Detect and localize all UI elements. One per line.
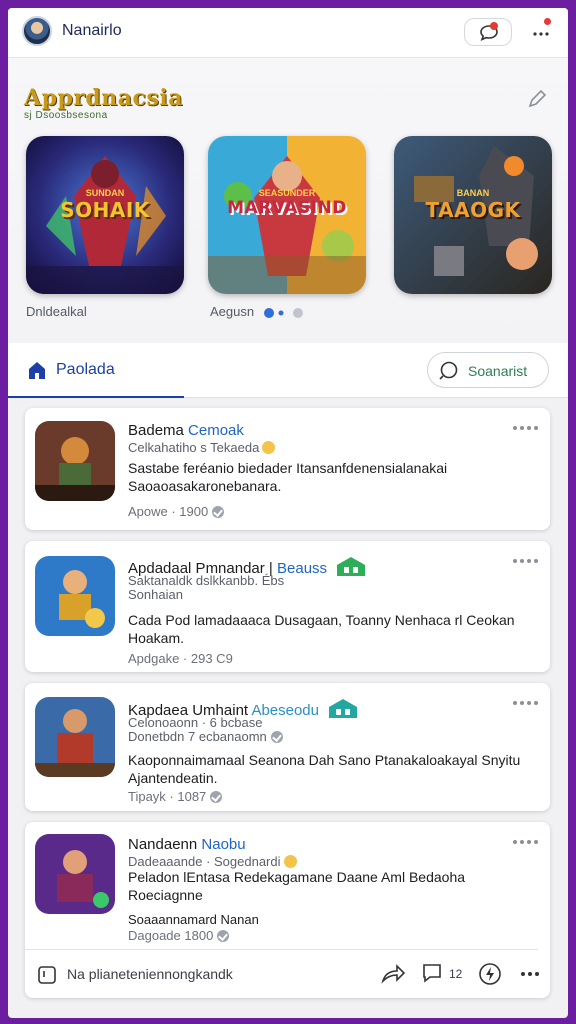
top-bar: Nanairlo	[8, 8, 568, 58]
notification-dot	[490, 22, 498, 30]
featured-game-tile[interactable]: BANAN TAAOGK	[394, 136, 552, 294]
featured-section: Apprdnacsia sj Dsoosbsesona SUNDAN SOHAI…	[8, 58, 568, 343]
card-description: Sastabe feréanio biedader Itansanfdenens…	[128, 460, 448, 494]
more-dots-icon[interactable]	[520, 971, 540, 977]
tab-home-label: Paolada	[56, 361, 115, 378]
bolt-icon[interactable]	[478, 962, 502, 986]
notification-dot	[544, 18, 551, 25]
verified-icon	[210, 791, 223, 803]
app-frame: Nanairlo Apprdnacsia sj Dsoosbsesona SUN…	[8, 8, 568, 1018]
search-button[interactable]: Soanarist	[427, 352, 549, 388]
home-icon	[29, 362, 45, 379]
tab-bar: Paolada Soanarist	[8, 343, 568, 398]
verified-icon	[212, 506, 225, 518]
verified-icon	[270, 731, 283, 743]
more-dots-icon	[533, 32, 549, 36]
app-title: Nanairlo	[62, 22, 122, 39]
game-icon	[35, 556, 115, 636]
store-icon	[337, 557, 366, 576]
card-meta-secondary: Donetbdn 7 ecbanaomn	[128, 729, 283, 744]
tab-home[interactable]: Paolada	[8, 343, 184, 398]
card-description: Kaoponnaimamaal Seanona Dah Sano Ptanaka…	[128, 752, 521, 786]
feed-card[interactable]: Badema Cemoak Celkahatiho s Tekaeda Sast…	[25, 408, 550, 530]
action-bar: Na plianeteniennongkandk 12	[25, 949, 550, 997]
card-footer: Apowe · 1900	[128, 504, 225, 519]
tile-caption: Aegusn	[210, 304, 255, 319]
card-footer: Tipayk · 1087	[128, 789, 223, 804]
card-meta: Saktanaldk dslkkanbb. Ébs	[128, 573, 285, 588]
card-description: Peladon lEntasa Redekagamane Daane Aml B…	[128, 869, 466, 903]
featured-game-tile[interactable]: SUNDAN SOHAIK	[26, 136, 184, 294]
search-label: Soanarist	[468, 363, 528, 379]
more-dots-icon[interactable]	[512, 838, 538, 846]
featured-title: Apprdnacsia	[24, 85, 183, 111]
game-logo: TAAOGK	[425, 198, 521, 222]
card-title-accent: Cemoak	[188, 422, 244, 439]
compose-icon[interactable]	[37, 965, 57, 985]
game-icon	[35, 834, 115, 914]
game-logo-subtitle: BANAN	[456, 188, 490, 198]
tile-caption: Dnldealkal	[26, 304, 87, 319]
card-footer-secondary-text: Dagoade 1800	[128, 928, 214, 943]
card-meta-text: Dadeaaande · Sogednardi	[128, 854, 281, 869]
share-icon[interactable]	[380, 962, 406, 984]
compose-input[interactable]: Na plianeteniennongkandk	[67, 966, 233, 982]
card-title-accent: Naobu	[201, 836, 246, 853]
pencil-icon	[528, 89, 547, 108]
comment-count: 12	[449, 967, 463, 981]
avatar[interactable]	[22, 16, 52, 46]
game-logo: SOHAIK	[60, 198, 150, 222]
card-footer: Soaaannamard Nanan	[128, 912, 259, 927]
game-icon	[35, 421, 115, 501]
messages-button[interactable]	[464, 18, 512, 46]
more-dots-icon[interactable]	[512, 424, 538, 432]
featured-subtitle: sj Dsoosbsesona	[24, 110, 108, 121]
card-meta-secondary: Sonhaian	[128, 587, 183, 602]
card-meta-text: Celkahatiho s Tekaeda	[128, 440, 260, 455]
card-title: Nandaenn Naobu	[128, 836, 246, 853]
search-icon	[439, 361, 458, 380]
game-logo-subtitle: SUNDAN	[85, 188, 125, 198]
card-title: Badema Cemoak	[128, 422, 244, 439]
card-meta: Dadeaaande · Sogednardi	[128, 854, 297, 869]
game-logo: MARVASIND	[227, 198, 347, 218]
card-meta: Celkahatiho s Tekaeda	[128, 440, 276, 455]
verified-icon	[217, 930, 230, 942]
card-meta: Celonoaonn · 6 bcbase	[128, 715, 263, 730]
card-meta-secondary-text: Donetbdn 7 ecbanaomn	[128, 729, 267, 744]
edit-button[interactable]	[526, 88, 548, 110]
carousel-indicator-icon	[264, 308, 303, 318]
more-dots-icon[interactable]	[512, 557, 538, 565]
feed-card[interactable]: Apdadaal Pmnandar | Beauss Saktanaldk ds…	[25, 541, 550, 672]
emoji-icon	[262, 441, 276, 454]
store-icon	[329, 699, 358, 718]
card-title-accent: Beauss	[277, 560, 328, 577]
card-description: Cada Pod lamadaaaca Dusagaan, Toanny Nen…	[128, 612, 515, 646]
card-footer-text: Tipayk · 1087	[128, 789, 207, 804]
card-footer-text: Apowe · 1900	[128, 504, 209, 519]
card-title-text: Nandaenn	[128, 836, 198, 853]
game-logo-subtitle: SEASUNDER	[258, 188, 316, 198]
card-footer-secondary: Dagoade 1800	[128, 928, 230, 943]
featured-game-tile[interactable]: SEASUNDER MARVASIND	[208, 136, 366, 294]
feed-card[interactable]: Kapdaea Umhaint Abeseodu Celonoaonn · 6 …	[25, 683, 550, 811]
comment-icon[interactable]	[421, 962, 443, 984]
emoji-icon	[283, 855, 297, 868]
card-footer: Apdgake · 293 C9	[128, 651, 233, 666]
card-title-text: Badema	[128, 422, 184, 439]
more-dots-icon[interactable]	[512, 699, 538, 707]
game-icon	[35, 697, 115, 777]
overflow-menu-button[interactable]	[528, 18, 554, 46]
